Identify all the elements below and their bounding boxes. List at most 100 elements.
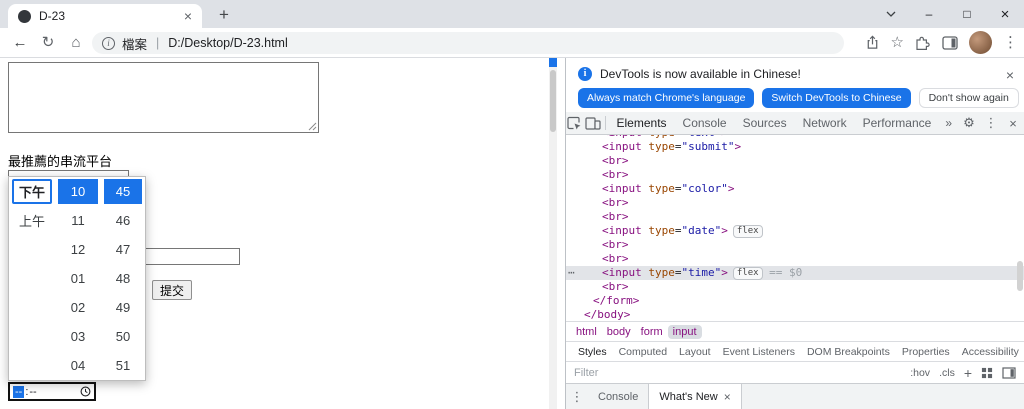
picker-minute-option-45[interactable]: 45 (104, 179, 142, 204)
sidebar-tab-dom-breakpoints[interactable]: DOM Breakpoints (801, 346, 896, 358)
profile-avatar[interactable] (969, 31, 992, 54)
picker-hour-option-11[interactable]: 11 (55, 206, 101, 235)
code-token: > (727, 182, 735, 195)
devtools-tab-sources[interactable]: Sources (735, 112, 795, 134)
code-line[interactable]: ⋯ <input type="time"> flex == $0 (566, 266, 1024, 280)
pseudo-state-toggle[interactable]: :hov (910, 367, 930, 379)
picker-minute-option-48[interactable]: 48 (101, 264, 145, 293)
code-line[interactable]: </form> (566, 294, 1024, 308)
scrollbar-marker[interactable] (549, 58, 557, 67)
grid-icon[interactable] (981, 367, 993, 379)
back-button[interactable]: ← (8, 28, 32, 57)
code-line[interactable]: </body> (566, 308, 1024, 321)
code-line[interactable]: <input type="date"> flex (566, 224, 1024, 238)
new-tab-button[interactable]: + (214, 4, 234, 26)
sidebar-tab-styles[interactable]: Styles (572, 346, 613, 358)
devtools-tab-network[interactable]: Network (795, 112, 855, 134)
clock-icon[interactable] (80, 386, 91, 397)
code-line[interactable]: <input type="color"> (566, 182, 1024, 196)
browser-tab[interactable]: D-23 × (8, 4, 202, 28)
site-info-icon[interactable]: i (102, 36, 115, 50)
picker-hour-option-12[interactable]: 12 (55, 235, 101, 264)
notification-close-icon[interactable]: × (1006, 67, 1014, 83)
devtools-tab-performance[interactable]: Performance (855, 112, 940, 134)
scrollbar-thumb[interactable] (550, 70, 556, 132)
picker-hour-option-01[interactable]: 01 (55, 264, 101, 293)
device-toolbar-button[interactable] (584, 116, 602, 130)
browser-menu-button[interactable]: ⋮ (1003, 35, 1018, 50)
inspect-element-button[interactable] (566, 116, 584, 131)
time-minute-segment[interactable]: -- (29, 386, 36, 398)
code-line[interactable]: <br> (566, 154, 1024, 168)
minimize-button[interactable]: – (910, 0, 948, 28)
flex-badge[interactable]: flex (732, 267, 763, 280)
code-scrollbar-thumb[interactable] (1017, 261, 1023, 291)
match-language-button[interactable]: Always match Chrome's language (578, 88, 755, 108)
picker-hour-option-10[interactable]: 10 (58, 179, 98, 204)
time-hour-segment[interactable]: -- (13, 385, 25, 398)
picker-hour-option-03[interactable]: 03 (55, 322, 101, 351)
switch-to-chinese-button[interactable]: Switch DevTools to Chinese (762, 88, 911, 108)
drawer-tab-console[interactable]: Console (588, 384, 648, 409)
code-line[interactable]: <br> (566, 196, 1024, 210)
resize-grip-icon[interactable] (308, 122, 317, 131)
dont-show-again-button[interactable]: Don't show again (918, 88, 1019, 108)
home-button[interactable]: ⌂ (64, 28, 88, 57)
breadcrumb-item-html[interactable]: html (571, 325, 602, 339)
comments-textarea[interactable] (8, 62, 319, 133)
computed-sidebar-icon[interactable] (1002, 366, 1016, 379)
extensions-button[interactable] (915, 35, 931, 51)
side-panel-button[interactable] (942, 35, 958, 50)
code-line[interactable]: <br> (566, 168, 1024, 182)
submit-button[interactable]: 提交 (152, 280, 193, 300)
devtools-close-icon[interactable]: × (1002, 116, 1024, 131)
reload-button[interactable]: ↻ (36, 28, 60, 57)
bookmark-button[interactable]: ☆ (891, 35, 904, 50)
picker-hour-option-04[interactable]: 04 (55, 351, 101, 380)
element-classes-toggle[interactable]: .cls (939, 367, 955, 379)
new-style-rule-button[interactable]: + (964, 366, 972, 380)
devtools-tab-elements[interactable]: Elements (609, 112, 675, 134)
address-bar[interactable]: i 檔案 | D:/Desktop/D-23.html (92, 32, 844, 54)
picker-minute-option-49[interactable]: 49 (101, 293, 145, 322)
picker-meridiem-option--[interactable]: 上午 (9, 206, 55, 235)
picker-minute-option-51[interactable]: 51 (101, 351, 145, 380)
breadcrumb-item-body[interactable]: body (602, 325, 636, 339)
picker-minute-option-50[interactable]: 50 (101, 322, 145, 351)
code-line[interactable]: <br> (566, 210, 1024, 224)
code-line[interactable]: <br> (566, 252, 1024, 266)
sidebar-tab-layout[interactable]: Layout (673, 346, 717, 358)
code-token: <input (602, 224, 649, 237)
code-line[interactable]: <input type="submit"> (566, 140, 1024, 154)
share-button[interactable] (865, 35, 880, 50)
drawer-menu-icon[interactable]: ⋮ (566, 389, 588, 405)
sidebar-tab-accessibility[interactable]: Accessibility (956, 346, 1024, 358)
picker-minute-option-47[interactable]: 47 (101, 235, 145, 264)
code-line[interactable]: <br> (566, 280, 1024, 294)
maximize-button[interactable]: □ (948, 0, 986, 28)
line-actions-icon[interactable]: ⋯ (568, 266, 575, 280)
code-line[interactable]: <br> (566, 238, 1024, 252)
breadcrumb-item-form[interactable]: form (636, 325, 668, 339)
sidebar-tab-properties[interactable]: Properties (896, 346, 956, 358)
time-input[interactable]: -- : -- (8, 382, 96, 401)
page-scrollbar[interactable] (549, 58, 557, 409)
flex-badge[interactable]: flex (732, 225, 763, 238)
drawer-tab-whats-new[interactable]: What's New × (648, 384, 742, 409)
sidebar-tab-event-listeners[interactable]: Event Listeners (717, 346, 801, 358)
settings-gear-icon[interactable]: ⚙ (958, 115, 980, 131)
tab-close-icon[interactable]: × (184, 8, 192, 24)
devtools-tab-console[interactable]: Console (675, 112, 735, 134)
close-window-button[interactable]: × (986, 0, 1024, 28)
devtools-menu-icon[interactable]: ⋮ (980, 115, 1002, 131)
tab-search-button[interactable] (872, 0, 910, 28)
styles-filter-input[interactable] (574, 366, 902, 379)
sidebar-tab-computed[interactable]: Computed (613, 346, 673, 358)
more-tabs-button[interactable]: » (939, 116, 958, 130)
sidebar-tabs: Styles Computed Layout Event Listeners DOM B… (566, 341, 1024, 361)
whats-new-close-icon[interactable]: × (724, 390, 731, 404)
breadcrumb-item-input[interactable]: input (667, 324, 702, 339)
picker-hour-option-02[interactable]: 02 (55, 293, 101, 322)
picker-minute-option-46[interactable]: 46 (101, 206, 145, 235)
picker-meridiem-option--[interactable]: 下午 (12, 179, 52, 204)
